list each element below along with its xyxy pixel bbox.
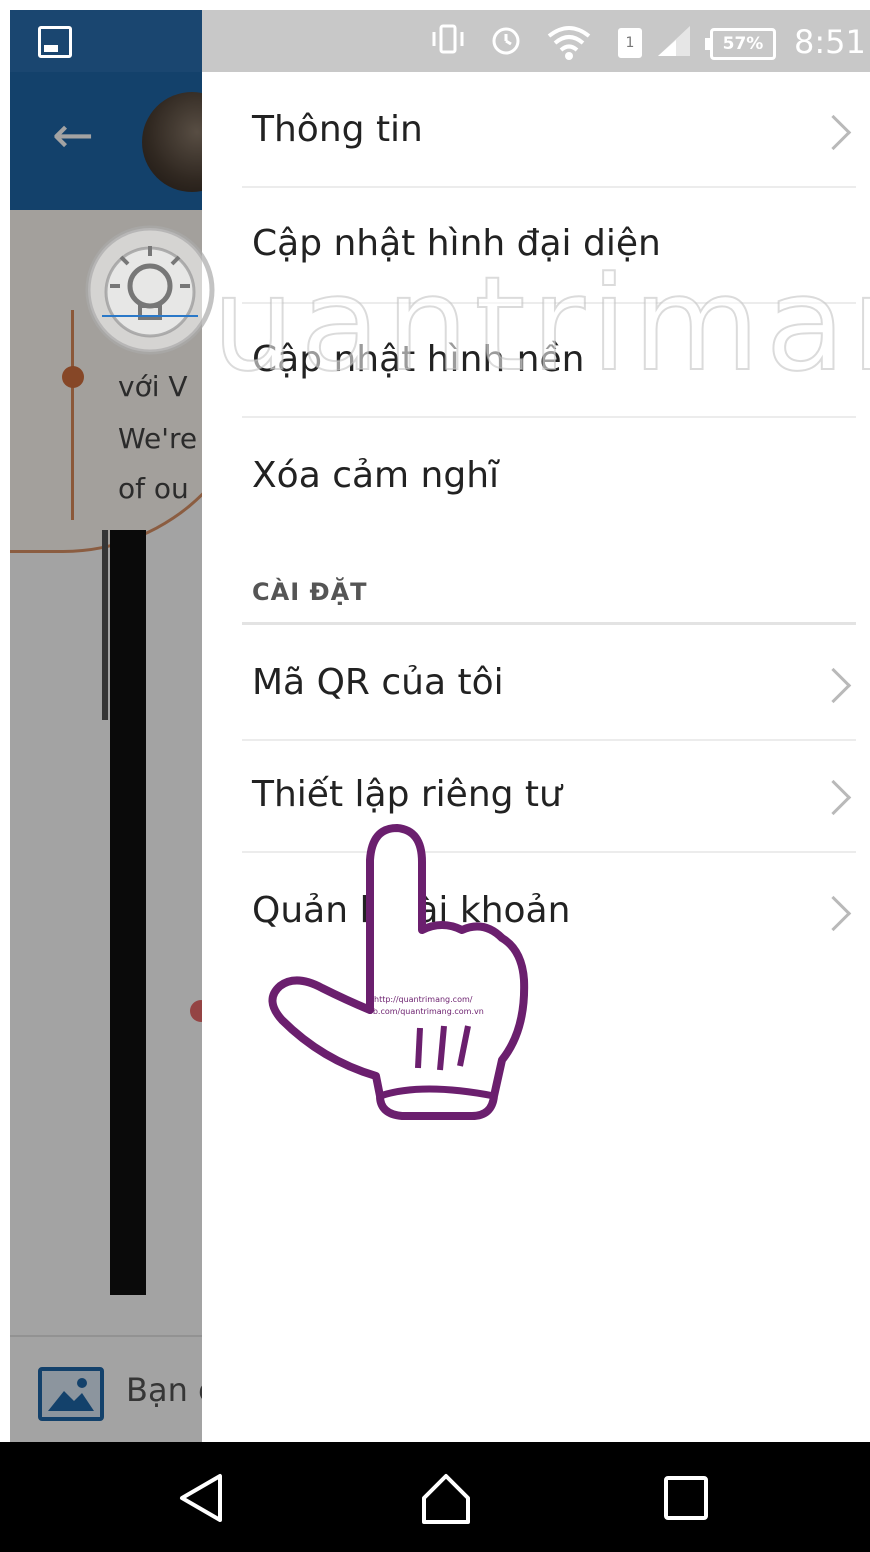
battery-icon: 57% — [705, 28, 776, 60]
home-icon[interactable] — [416, 1468, 476, 1528]
chevron-right-icon — [815, 895, 852, 932]
watermark-text: uantrimang — [211, 247, 870, 401]
navigation-bar — [0, 1442, 870, 1552]
signal-icon — [654, 22, 694, 67]
back-triangle-icon[interactable] — [172, 1468, 232, 1528]
sim-card-icon: 1 — [618, 28, 642, 58]
screenshot-border-top — [0, 0, 870, 10]
menu-item-my-qr-code[interactable]: Mã QR của tôi — [242, 625, 856, 741]
screenshot-border-left — [0, 0, 10, 1442]
hand-caption-url: http://quantrimang.com/ — [374, 995, 473, 1004]
status-bar-left — [10, 10, 202, 72]
watermark-lightbulb-logo — [80, 220, 220, 364]
screen: ← với V We're of ou Bạn c 1 57% 8:51 Thô… — [0, 0, 870, 1552]
hand-caption-fb: fb.com/quantrimang.com.vn — [370, 1007, 484, 1016]
menu-item-label: Mã QR của tôi — [252, 662, 504, 703]
wifi-icon — [544, 22, 594, 71]
menu-item-delete-status[interactable]: Xóa cảm nghĩ — [242, 418, 856, 530]
status-bar: 1 57% 8:51 — [202, 10, 870, 72]
menu-item-label: Xóa cảm nghĩ — [252, 455, 500, 496]
alarm-icon — [488, 22, 524, 67]
section-title: CÀI ĐẶT — [252, 578, 368, 606]
chevron-right-icon — [815, 779, 852, 816]
section-header-settings: CÀI ĐẶT — [242, 570, 856, 625]
menu-item-label: Thông tin — [252, 109, 423, 150]
clock: 8:51 — [794, 23, 866, 61]
pointing-hand-watermark: http://quantrimang.com/ fb.com/quantrima… — [262, 820, 542, 1134]
chevron-right-icon — [815, 114, 852, 151]
chevron-right-icon — [815, 667, 852, 704]
vibrate-icon — [428, 22, 468, 67]
gallery-notification-icon — [38, 26, 72, 58]
recents-square-icon[interactable] — [656, 1468, 716, 1528]
menu-item-label: Thiết lập riêng tư — [252, 774, 562, 815]
menu-item-thong-tin[interactable]: Thông tin — [242, 72, 856, 188]
